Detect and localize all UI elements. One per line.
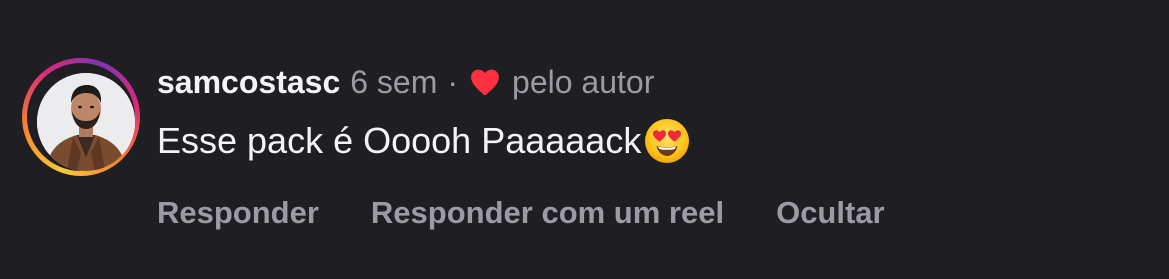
hide-button[interactable]: Ocultar (776, 195, 885, 231)
username-link[interactable]: samcostasc (157, 64, 340, 101)
reply-with-reel-button[interactable]: Responder com um reel (371, 195, 724, 231)
reply-button[interactable]: Responder (157, 195, 319, 231)
heart-eyes-emoji-icon (643, 117, 691, 165)
comment-header: samcostasc 6 sem · pelo autor (157, 62, 654, 102)
meta-separator: · (447, 63, 459, 100)
comment-body: Esse pack é Ooooh Paaaaack (157, 116, 691, 166)
user-photo (37, 73, 135, 171)
comment-timestamp[interactable]: 6 sem (350, 64, 437, 101)
liked-by-author-label: pelo autor (512, 63, 655, 100)
comment-item: samcostasc 6 sem · pelo autor Esse pack … (0, 0, 1169, 279)
comment-actions: Responder Responder com um reel Ocultar (157, 193, 885, 233)
heart-filled-icon (468, 65, 502, 99)
comment-text: Esse pack é Ooooh Paaaaack (157, 120, 642, 161)
avatar-story-ring[interactable] (22, 58, 140, 176)
avatar[interactable] (37, 73, 135, 171)
